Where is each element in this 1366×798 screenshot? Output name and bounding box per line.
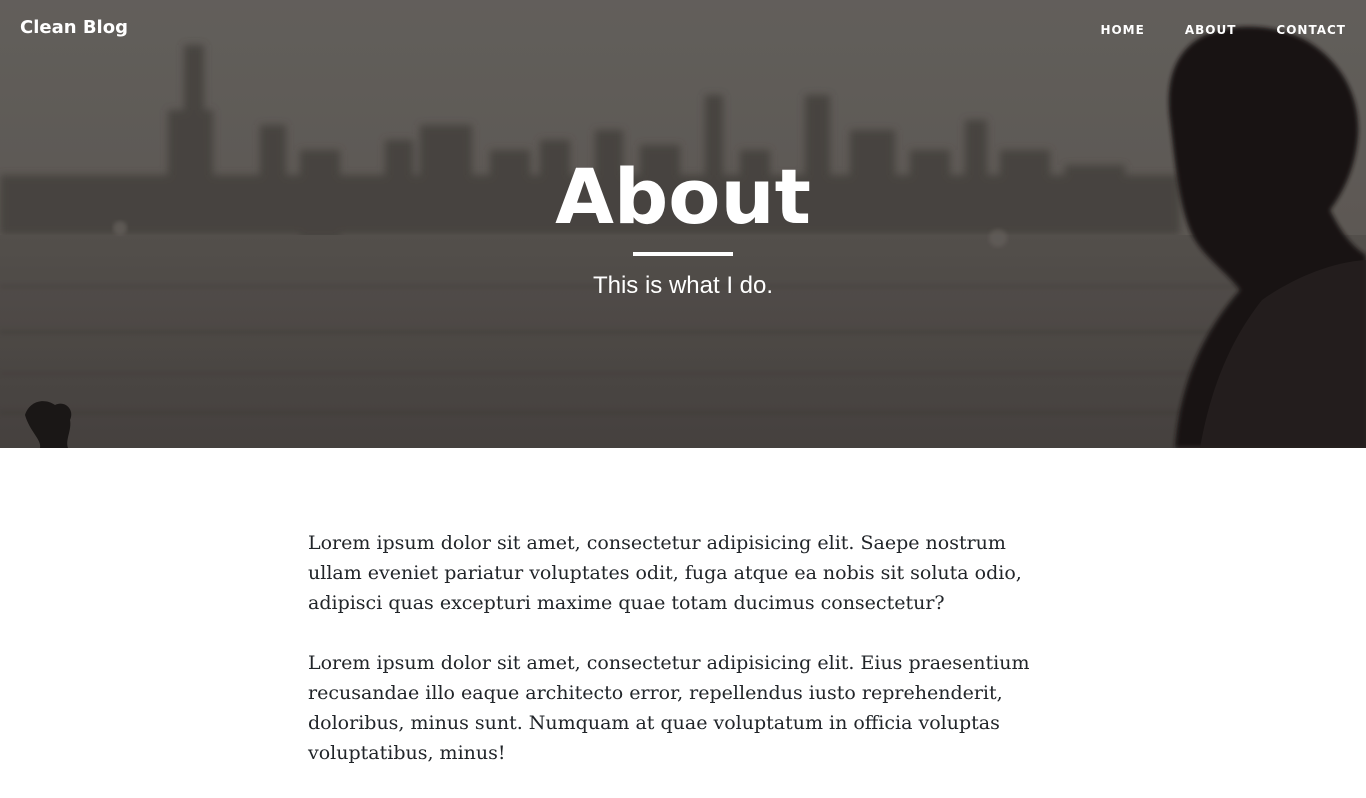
nav-links: HOME ABOUT CONTACT bbox=[1100, 23, 1346, 37]
content-paragraph-1: Lorem ipsum dolor sit amet, consectetur … bbox=[308, 532, 1022, 614]
title-divider bbox=[633, 252, 733, 256]
main-navbar: Clean Blog HOME ABOUT CONTACT bbox=[0, 0, 1366, 62]
page-heading: About This is what I do. bbox=[0, 150, 1366, 300]
masthead: Clean Blog HOME ABOUT CONTACT About This… bbox=[0, 0, 1366, 448]
page-subheading: This is what I do. bbox=[592, 272, 774, 299]
content-paragraph-2: Lorem ipsum dolor sit amet, consectetur … bbox=[308, 652, 1030, 764]
nav-link-about[interactable]: ABOUT bbox=[1185, 23, 1237, 37]
nav-link-home[interactable]: HOME bbox=[1100, 23, 1144, 37]
main-content: Lorem ipsum dolor sit amet, consectetur … bbox=[308, 528, 1058, 798]
page-title: About bbox=[555, 152, 811, 241]
brand-logo-link[interactable]: Clean Blog bbox=[20, 17, 128, 38]
nav-link-contact[interactable]: CONTACT bbox=[1276, 23, 1346, 37]
